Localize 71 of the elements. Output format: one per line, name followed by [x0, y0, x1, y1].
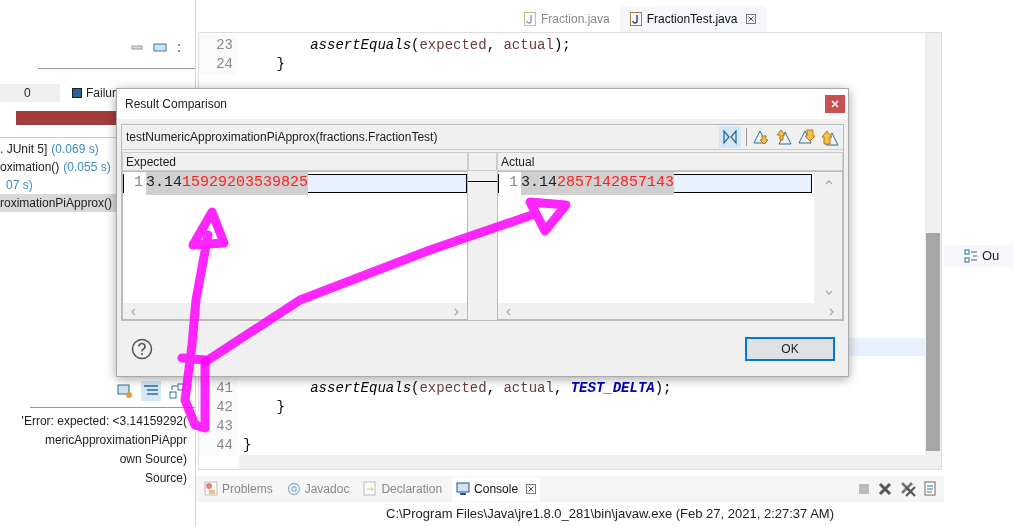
problems-icon	[204, 481, 218, 497]
scroll-left-icon[interactable]	[504, 306, 513, 316]
test-tree-item[interactable]: oximation() (0.055 s)	[0, 158, 117, 176]
horizontal-scrollbar[interactable]	[123, 303, 467, 319]
ok-button[interactable]: OK	[745, 336, 835, 361]
compare-icon[interactable]	[169, 383, 185, 399]
document-icon[interactable]	[924, 480, 938, 497]
pane-header: Actual	[497, 152, 843, 171]
line-number: 1	[124, 172, 146, 195]
code-line: }	[243, 435, 252, 455]
editor-tab[interactable]: FractionTest.java	[619, 5, 767, 32]
line-number: 23	[199, 34, 237, 56]
code-line: assertEquals(expected, actual);	[309, 35, 571, 55]
close-tab-icon[interactable]	[526, 483, 537, 494]
code-line: assertEquals(expected, actual, TEST_DELTA);	[309, 378, 672, 398]
line-number: 44	[199, 434, 237, 456]
declaration-icon	[363, 481, 378, 497]
counter-label: Failur	[86, 85, 116, 102]
test-tree-item[interactable]: . JUnit 5] (0.069 s)	[0, 140, 117, 158]
line-number: 1	[499, 172, 521, 195]
horizontal-scrollbar[interactable]	[239, 454, 941, 469]
scroll-up-icon[interactable]	[823, 178, 833, 187]
compare-mode-icon[interactable]	[719, 126, 741, 148]
counter-field: 0	[0, 84, 60, 102]
java-file-icon	[629, 11, 642, 26]
scroll-down-icon[interactable]	[823, 288, 833, 297]
next-difference-icon[interactable]	[752, 128, 770, 146]
panel-tab[interactable]: Console	[452, 476, 541, 501]
at-sign-icon	[286, 481, 301, 497]
dialog-title: Result Comparison	[125, 96, 228, 113]
trace-line: Source)	[144, 470, 187, 487]
diff-text: 3.142857142857143	[521, 172, 675, 195]
trace-line: 'Error: expected: <3.14159292(	[21, 413, 187, 430]
failure-icon	[72, 88, 82, 98]
line-number: 24	[199, 53, 237, 75]
minimize-icon[interactable]	[131, 45, 143, 51]
close-icon	[831, 100, 839, 108]
outline-icon	[964, 249, 978, 263]
monitor-icon	[456, 481, 471, 497]
more-icon[interactable]	[177, 43, 181, 53]
scroll-right-icon[interactable]	[452, 306, 461, 316]
test-name: testNumericApproximationPiApprox(fractions.FractionTest)	[126, 129, 438, 146]
previous-change-icon[interactable]	[821, 128, 839, 146]
pane-header	[468, 152, 497, 171]
scrollbar[interactable]	[925, 32, 941, 455]
diff-text: 3.1415929203539825	[146, 172, 309, 195]
vertical-scrollbar[interactable]	[814, 172, 842, 303]
trace-line: own Source)	[119, 451, 187, 468]
remove-icon[interactable]	[878, 481, 892, 496]
close-button[interactable]	[825, 95, 845, 113]
previous-difference-icon[interactable]	[775, 128, 793, 146]
trace-line: mericApproximationPiAppr	[44, 432, 187, 449]
help-icon[interactable]	[131, 337, 153, 360]
test-tree-item[interactable]: 07 s)	[0, 176, 117, 194]
remove-all-icon[interactable]	[900, 480, 916, 497]
code-line: }	[275, 397, 285, 417]
code-line: }	[275, 54, 285, 74]
monitor-icon[interactable]	[153, 43, 167, 53]
filter-icon[interactable]	[117, 383, 133, 399]
horizontal-scrollbar[interactable]	[498, 303, 842, 319]
stop-icon[interactable]	[858, 482, 870, 495]
close-tab-icon[interactable]	[746, 13, 757, 24]
scroll-right-icon[interactable]	[827, 306, 836, 316]
test-tree-item[interactable]: roximationPiApprox()	[0, 194, 117, 212]
scroll-left-icon[interactable]	[129, 306, 138, 316]
pane-header: Expected	[122, 152, 468, 171]
list-icon[interactable]	[141, 381, 161, 401]
java-file-icon	[524, 11, 536, 26]
next-change-icon[interactable]	[798, 128, 816, 146]
console-text: C:\Program Files\Java\jre1.8.0_281\bin\javaw.exe (Feb 27, 2021, 2:27:37 AM)	[386, 505, 835, 524]
editor-tab[interactable]: Fraction.java	[514, 5, 620, 32]
